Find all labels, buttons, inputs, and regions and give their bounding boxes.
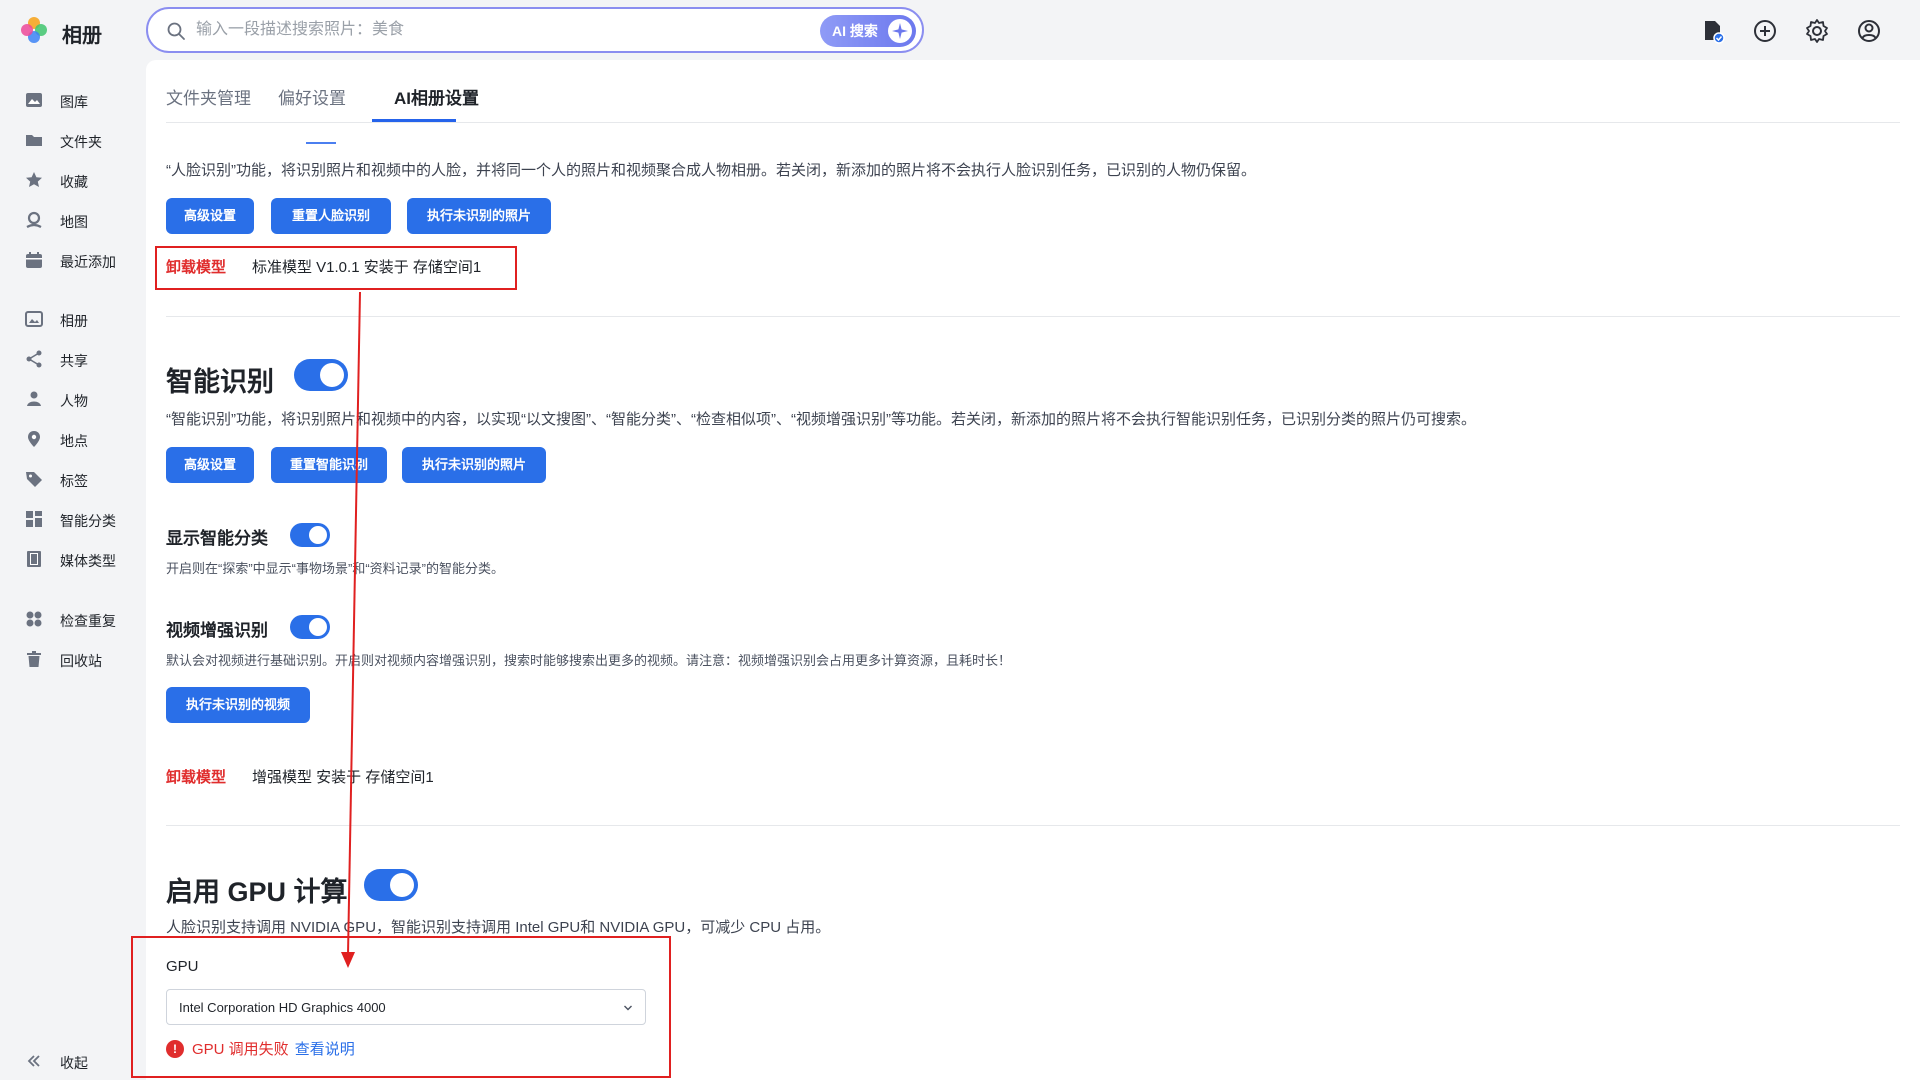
- sidebar-item-share[interactable]: 共享: [0, 341, 146, 377]
- sidebar-item-albums[interactable]: 相册: [0, 301, 146, 337]
- settings-tabs: 文件夹管理 偏好设置 AI相册设置: [166, 60, 1900, 123]
- annotation-box-gpu: [131, 936, 671, 1078]
- sidebar-item-label: 共享: [60, 353, 88, 369]
- calendar-icon: [26, 252, 42, 268]
- tab-folder-management[interactable]: 文件夹管理: [166, 84, 251, 109]
- smart-recognition-description: “智能识别”功能，将识别照片和视频中的内容，以实现“以文搜图”、“智能分类”、“…: [166, 411, 1476, 428]
- search-icon: [167, 22, 185, 40]
- reset-face-recognition-button[interactable]: 重置人脸识别: [271, 198, 391, 234]
- ai-search-label: AI 搜索: [832, 23, 878, 39]
- sidebar-item-label: 收藏: [60, 174, 88, 190]
- main-panel: 文件夹管理 偏好设置 AI相册设置 “人脸识别”功能，将识别照片和视频中的人脸，…: [146, 60, 1920, 1080]
- reset-smart-recognition-button[interactable]: 重置智能识别: [271, 447, 387, 483]
- sidebar-item-label: 地点: [60, 433, 88, 449]
- gallery-icon: [26, 93, 42, 107]
- sidebar-item-smart-category[interactable]: 智能分类: [0, 501, 146, 537]
- person-icon: [27, 391, 41, 406]
- sidebar-item-trash[interactable]: 回收站: [0, 641, 146, 677]
- smart-recognition-title: 智能识别: [166, 367, 274, 397]
- sparkle-icon: [888, 19, 912, 43]
- sidebar-item-label: 媒体类型: [60, 553, 116, 569]
- sidebar-item-label: 检查重复: [60, 613, 116, 629]
- ai-search-button[interactable]: AI 搜索: [820, 15, 916, 47]
- sidebar-collapse-label: 收起: [60, 1055, 88, 1071]
- album-icon: [25, 311, 43, 327]
- run-unrecognized-videos-button[interactable]: 执行未识别的视频: [166, 687, 310, 723]
- sidebar-item-tags[interactable]: 标签: [0, 461, 146, 497]
- sidebar-item-label: 图库: [60, 94, 88, 110]
- section-divider: [166, 316, 1900, 317]
- run-unrecognized-photos-button[interactable]: 执行未识别的照片: [407, 198, 551, 234]
- section-divider: [166, 825, 1900, 826]
- gpu-compute-title: 启用 GPU 计算: [166, 877, 348, 907]
- face-advanced-settings-button[interactable]: 高级设置: [166, 198, 254, 234]
- scroll-fragment: [306, 142, 336, 144]
- tab-ai-album-settings[interactable]: AI相册设置: [394, 84, 479, 109]
- app-title: 相册: [62, 25, 102, 47]
- search-bar[interactable]: AI 搜索: [146, 7, 924, 53]
- sidebar-item-folder[interactable]: 文件夹: [0, 122, 146, 158]
- smart-model-info: 增强模型 安装于 存储空间1: [252, 769, 434, 786]
- sidebar-item-label: 标签: [60, 473, 88, 489]
- show-smart-category-toggle[interactable]: [290, 523, 330, 547]
- smart-advanced-settings-button[interactable]: 高级设置: [166, 447, 254, 483]
- annotation-box-model: [155, 246, 517, 290]
- sidebar-item-duplicates[interactable]: 检查重复: [0, 601, 146, 637]
- location-icon: [28, 431, 40, 447]
- sidebar-item-label: 最近添加: [60, 254, 116, 270]
- video-enhanced-title: 视频增强识别: [166, 621, 268, 640]
- account-icon[interactable]: [1854, 16, 1884, 46]
- share-icon: [26, 350, 42, 368]
- star-icon: [26, 172, 42, 187]
- duplicate-icon: [26, 611, 42, 627]
- sidebar-item-label: 地图: [60, 214, 88, 230]
- sidebar-item-gallery[interactable]: 图库: [0, 82, 146, 118]
- smart-recognition-toggle[interactable]: [294, 359, 348, 391]
- gpu-compute-toggle[interactable]: [364, 869, 418, 901]
- sidebar-item-label: 智能分类: [60, 513, 116, 529]
- sidebar: 图库 文件夹 收藏 地图 最近添加 相册 共享 人物 地点 标签 智能分类 媒体…: [0, 60, 146, 1080]
- grid-icon: [26, 511, 42, 527]
- tab-preferences[interactable]: 偏好设置: [278, 84, 346, 109]
- sidebar-item-label: 文件夹: [60, 134, 102, 150]
- run-unrecognized-photos-smart-button[interactable]: 执行未识别的照片: [402, 447, 546, 483]
- folder-icon: [26, 135, 42, 146]
- sidebar-item-label: 相册: [60, 313, 88, 329]
- double-chevron-left-icon: [27, 1055, 40, 1067]
- show-smart-category-title: 显示智能分类: [166, 529, 268, 548]
- show-smart-category-description: 开启则在“探索”中显示“事物场景”和“资料记录”的智能分类。: [166, 561, 504, 576]
- tag-icon: [26, 472, 42, 487]
- trash-icon: [27, 651, 41, 667]
- sidebar-item-media-type[interactable]: 媒体类型: [0, 541, 146, 577]
- sidebar-item-label: 人物: [60, 393, 88, 409]
- video-enhanced-toggle[interactable]: [290, 615, 330, 639]
- add-icon[interactable]: [1750, 16, 1780, 46]
- settings-icon[interactable]: [1802, 16, 1832, 46]
- video-enhanced-description: 默认会对视频进行基础识别。开启则对视频内容增强识别，搜索时能够搜索出更多的视频。…: [166, 653, 1012, 668]
- sidebar-item-recent[interactable]: 最近添加: [0, 242, 146, 278]
- sidebar-collapse-button[interactable]: 收起: [0, 1043, 146, 1079]
- sidebar-item-label: 回收站: [60, 653, 102, 669]
- sidebar-item-favorites[interactable]: 收藏: [0, 162, 146, 198]
- film-icon: [27, 551, 41, 567]
- top-bar: 相册 AI 搜索: [0, 0, 1920, 60]
- map-icon: [26, 211, 42, 228]
- smart-uninstall-model-link[interactable]: 卸载模型: [166, 766, 226, 787]
- app-logo-icon: [21, 17, 47, 43]
- active-tab-indicator: [372, 119, 456, 122]
- sidebar-item-places[interactable]: 地点: [0, 421, 146, 457]
- gpu-compute-description: 人脸识别支持调用 NVIDIA GPU，智能识别支持调用 Intel GPU和 …: [166, 919, 831, 936]
- search-input[interactable]: [196, 17, 756, 43]
- face-recognition-description: “人脸识别”功能，将识别照片和视频中的人脸，并将同一个人的照片和视频聚合成人物相…: [166, 162, 1256, 179]
- task-icon[interactable]: [1698, 16, 1728, 46]
- sidebar-item-people[interactable]: 人物: [0, 381, 146, 417]
- sidebar-item-map[interactable]: 地图: [0, 202, 146, 238]
